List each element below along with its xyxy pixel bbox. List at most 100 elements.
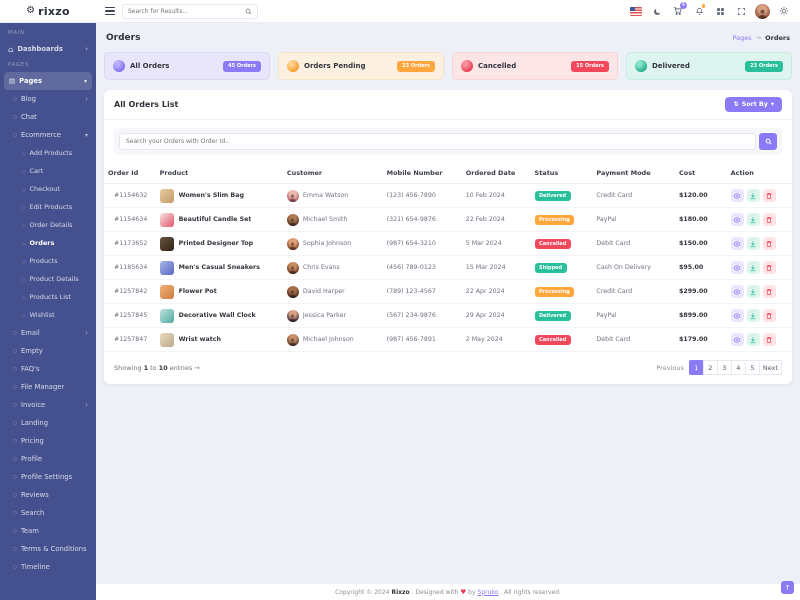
sidebar-item[interactable]: Profile Settings: [0, 468, 96, 486]
breadcrumb-parent[interactable]: Pages: [733, 34, 752, 42]
delete-order-button[interactable]: [763, 309, 776, 322]
sidebar-item[interactable]: Pages: [4, 72, 92, 90]
customer-avatar: [287, 286, 299, 298]
summary-card[interactable]: Orders Pending 23 Orders: [278, 52, 444, 80]
summary-card[interactable]: Delivered 23 Orders: [626, 52, 792, 80]
dark-mode-icon[interactable]: [650, 4, 664, 18]
settings-gear-icon[interactable]: [777, 4, 791, 18]
page-footer: Copyright © 2024 Rixzo . Designed with ♥…: [96, 584, 800, 600]
orders-list-panel: All Orders List ⇅ Sort By ▾: [104, 90, 792, 384]
download-invoice-button[interactable]: [747, 237, 760, 250]
product-name: Decorative Wall Clock: [179, 312, 256, 319]
sidebar-item[interactable]: Checkout: [0, 180, 96, 198]
sidebar-item[interactable]: Cart: [0, 162, 96, 180]
delete-order-button[interactable]: [763, 189, 776, 202]
sidebar-item[interactable]: Email: [0, 324, 96, 342]
order-cost: $150.00: [675, 232, 727, 256]
cart-icon[interactable]: 5: [671, 4, 685, 18]
fullscreen-icon[interactable]: [734, 4, 748, 18]
pagination-page[interactable]: 4: [731, 360, 746, 375]
product-thumbnail: [160, 237, 174, 251]
sidebar-item[interactable]: Blog: [0, 90, 96, 108]
apps-grid-icon[interactable]: [713, 4, 727, 18]
download-invoice-button[interactable]: [747, 333, 760, 346]
column-header: Status: [531, 163, 593, 184]
column-header: Ordered Date: [462, 163, 531, 184]
mobile-number: (567) 234-9876: [383, 304, 462, 328]
sidebar-item[interactable]: Products List: [0, 288, 96, 306]
view-order-button[interactable]: [731, 285, 744, 298]
payment-mode: Cash On Delivery: [592, 256, 675, 280]
delete-order-button[interactable]: [763, 237, 776, 250]
delete-order-button[interactable]: [763, 285, 776, 298]
order-id: #1154634: [104, 208, 156, 232]
sidebar-item[interactable]: Add Products: [0, 144, 96, 162]
summary-card-badge: 23 Orders: [745, 61, 783, 72]
column-header: Customer: [283, 163, 383, 184]
pagination-page[interactable]: 3: [717, 360, 732, 375]
sidebar-item[interactable]: Products: [0, 252, 96, 270]
product-thumbnail: [160, 309, 174, 323]
sidebar-item[interactable]: Search: [0, 504, 96, 522]
sidebar-item[interactable]: Terms & Conditions: [0, 540, 96, 558]
global-search-input[interactable]: [128, 8, 245, 15]
sidebar-item[interactable]: Product Details: [0, 270, 96, 288]
delete-order-button[interactable]: [763, 261, 776, 274]
orders-search-button[interactable]: [759, 133, 777, 150]
order-row: #1154634 Beautiful Candle Set Michael Sm…: [104, 208, 792, 232]
sidebar-item[interactable]: MAIN: [0, 26, 96, 40]
sidebar-item[interactable]: Profile: [0, 450, 96, 468]
download-invoice-button[interactable]: [747, 309, 760, 322]
sidebar-item[interactable]: Orders: [0, 234, 96, 252]
sort-icon: ⇅: [733, 101, 738, 108]
delete-order-button[interactable]: [763, 213, 776, 226]
scroll-top-button[interactable]: ↑: [781, 581, 794, 594]
pagination-page[interactable]: 2: [703, 360, 718, 375]
order-cost: $180.00: [675, 208, 727, 232]
user-avatar[interactable]: [755, 4, 770, 19]
product-name: Wrist watch: [179, 336, 221, 343]
view-order-button[interactable]: [731, 237, 744, 250]
summary-card[interactable]: Cancelled 15 Orders: [452, 52, 618, 80]
sidebar-item[interactable]: Order Details: [0, 216, 96, 234]
download-invoice-button[interactable]: [747, 285, 760, 298]
sidebar-item[interactable]: Chat: [0, 108, 96, 126]
view-order-button[interactable]: [731, 189, 744, 202]
pagination-previous[interactable]: Previous: [650, 364, 689, 372]
menu-toggle-icon[interactable]: [105, 7, 115, 15]
customer-avatar: [287, 310, 299, 322]
sidebar-item[interactable]: Team: [0, 522, 96, 540]
download-invoice-button[interactable]: [747, 189, 760, 202]
pagination-page[interactable]: 5: [745, 360, 760, 375]
orders-search-input[interactable]: [119, 133, 756, 150]
view-order-button[interactable]: [731, 261, 744, 274]
download-invoice-button[interactable]: [747, 213, 760, 226]
view-order-button[interactable]: [731, 309, 744, 322]
summary-card[interactable]: All Orders 45 Orders: [104, 52, 270, 80]
sidebar-item[interactable]: FAQ's: [0, 360, 96, 378]
sidebar-item[interactable]: File Manager: [0, 378, 96, 396]
sidebar-item[interactable]: PAGES: [0, 58, 96, 72]
app-logo[interactable]: ⚙ rixzo: [0, 0, 96, 23]
sidebar-item[interactable]: Ecommerce: [0, 126, 96, 144]
sidebar-item[interactable]: Empty: [0, 342, 96, 360]
view-order-button[interactable]: [731, 213, 744, 226]
sidebar-item[interactable]: Invoice: [0, 396, 96, 414]
sidebar-item[interactable]: Dashboards: [0, 40, 96, 58]
sidebar-item[interactable]: Wishlist: [0, 306, 96, 324]
sidebar-item[interactable]: Reviews: [0, 486, 96, 504]
spruko-link[interactable]: Spruko: [478, 589, 499, 596]
sidebar-item[interactable]: Landing: [0, 414, 96, 432]
view-order-button[interactable]: [731, 333, 744, 346]
language-flag-icon[interactable]: [629, 4, 643, 18]
pagination-next[interactable]: Next: [759, 360, 782, 375]
sidebar-item[interactable]: Edit Products: [0, 198, 96, 216]
ordered-date: 5 Mar 2024: [462, 232, 531, 256]
sidebar-item[interactable]: Timeline: [0, 558, 96, 576]
sidebar-item[interactable]: Pricing: [0, 432, 96, 450]
delete-order-button[interactable]: [763, 333, 776, 346]
pagination-page[interactable]: 1: [689, 360, 704, 375]
sort-by-button[interactable]: ⇅ Sort By ▾: [725, 97, 782, 112]
download-invoice-button[interactable]: [747, 261, 760, 274]
notifications-bell-icon[interactable]: [692, 4, 706, 18]
